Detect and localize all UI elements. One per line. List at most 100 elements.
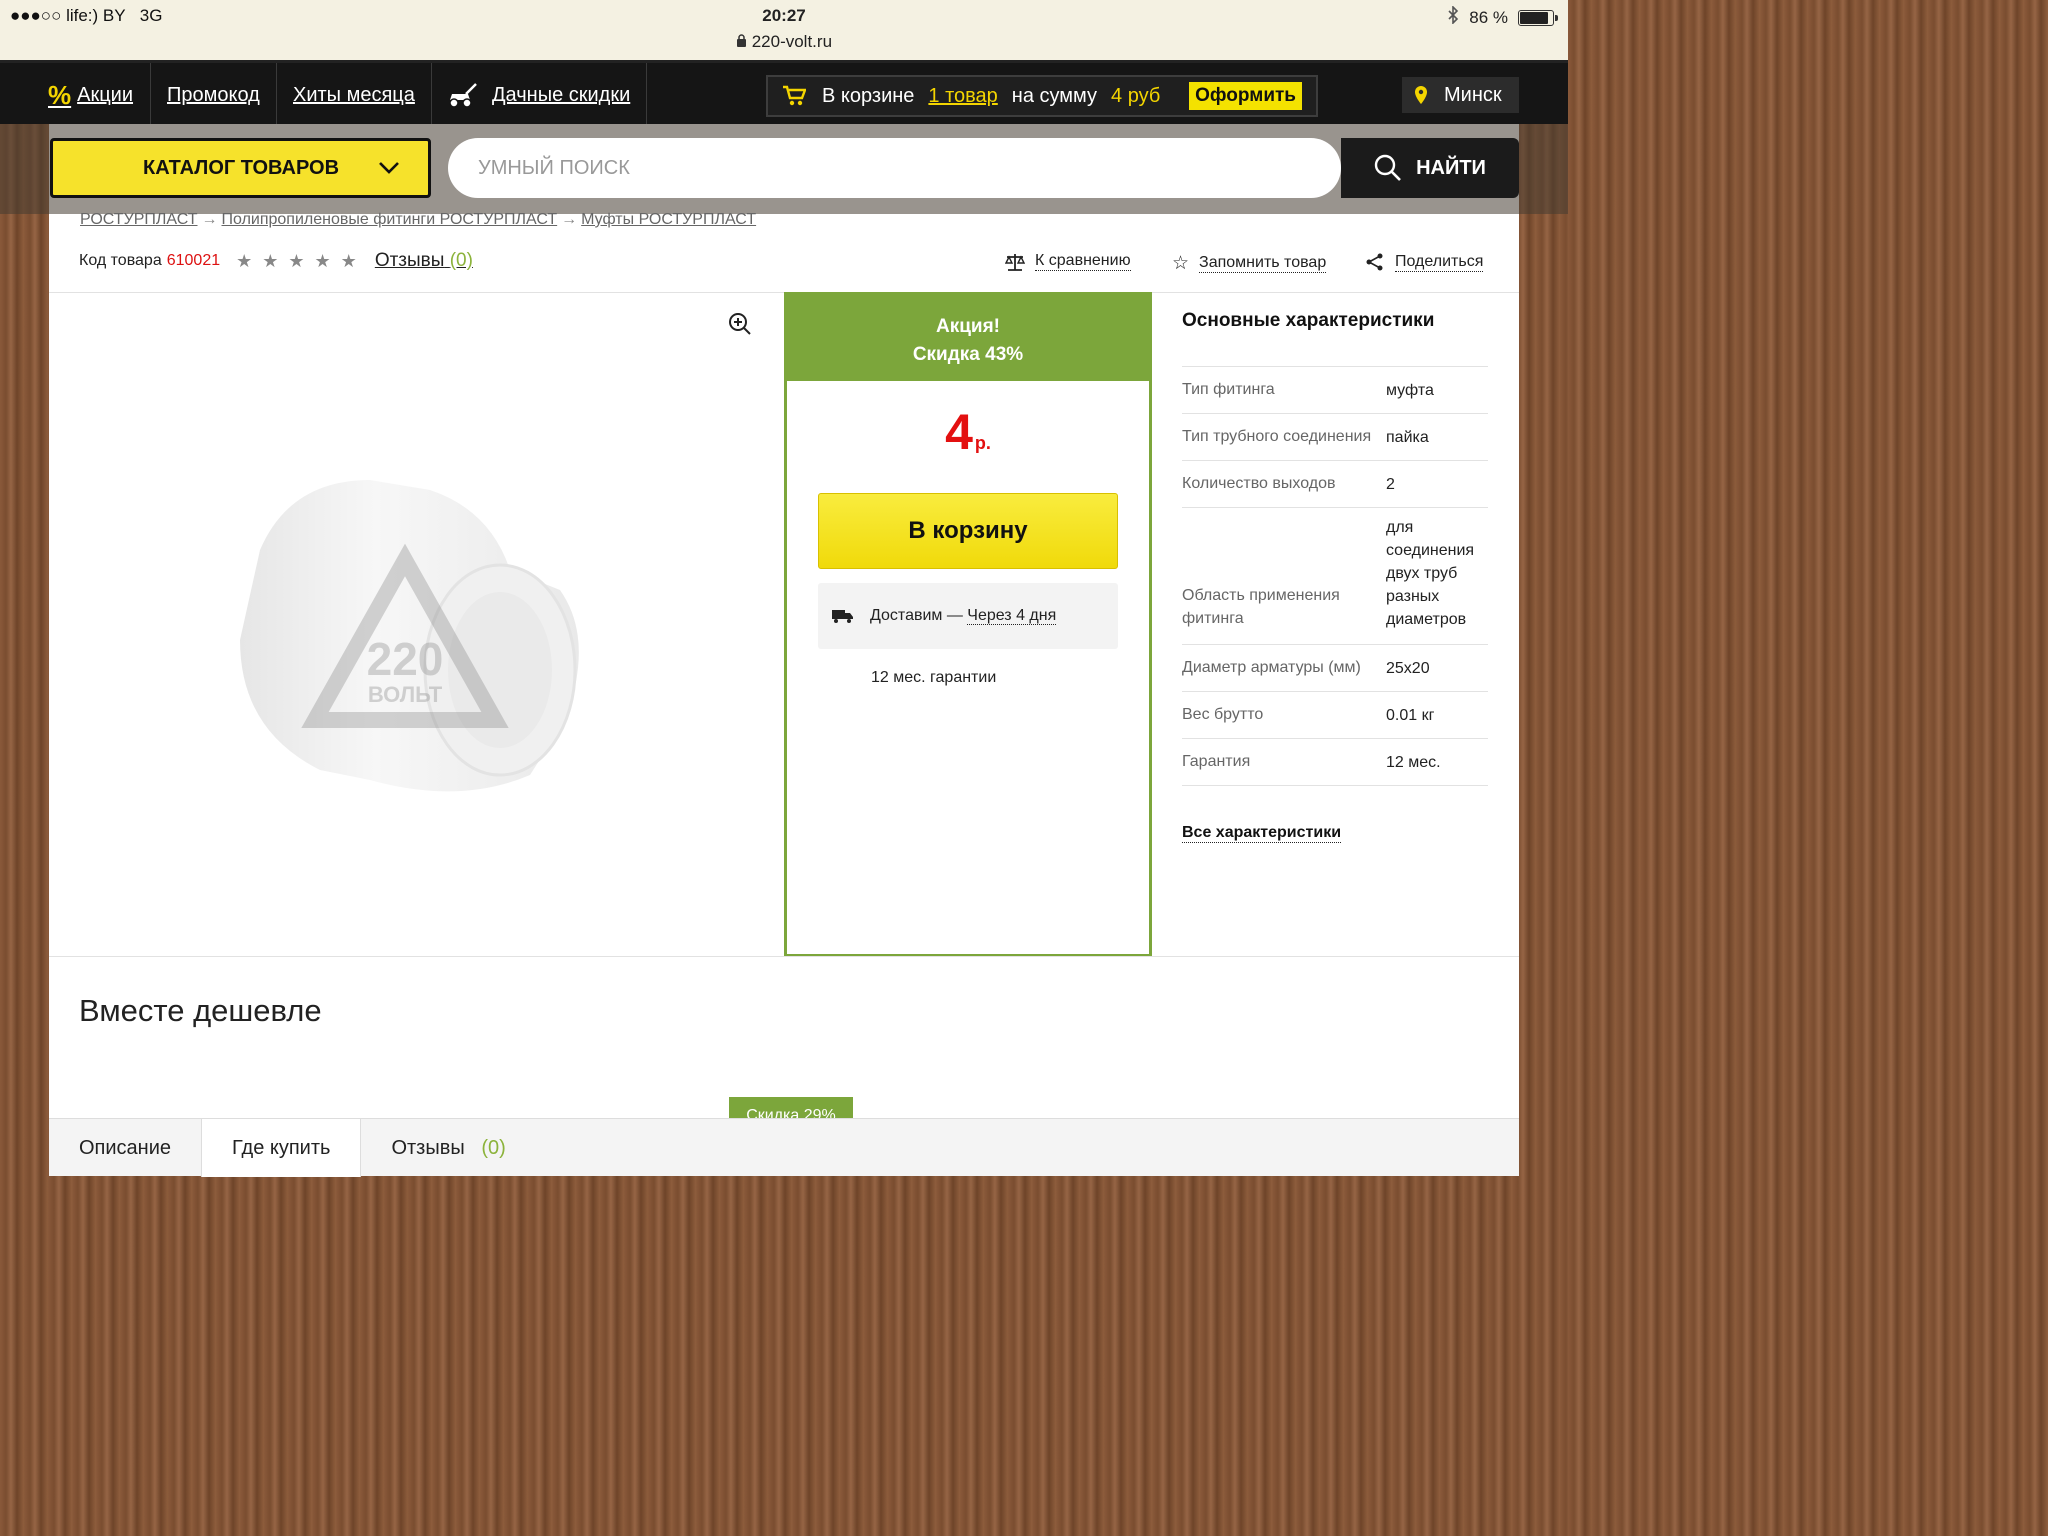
specs-title: Основные характеристики (1182, 310, 1435, 331)
nav-garden-discounts-label: Дачные скидки (492, 83, 631, 106)
tab-reviews-label: Отзывы (391, 1136, 465, 1159)
search-placeholder: УМНЫЙ ПОИСК (478, 156, 630, 179)
battery-icon (1518, 9, 1558, 26)
warranty-text: 12 мес. гарантии (871, 669, 997, 686)
breadcrumb-link[interactable]: Муфты РОСТУРПЛАСТ (581, 211, 756, 228)
spec-key: Диаметр арматуры (мм) (1182, 659, 1361, 676)
price-box: Акция! Скидка 43% 4 р. В корзину Доставим… (784, 292, 1152, 957)
search-button[interactable]: НАЙТИ (1341, 138, 1519, 198)
star-icon: ★ (340, 250, 367, 271)
share-button[interactable]: Поделиться (1365, 252, 1484, 272)
spec-value: муфта (1386, 381, 1434, 399)
divider (49, 956, 1519, 957)
divider (1182, 785, 1488, 786)
all-specs-link[interactable]: Все характеристики (1182, 824, 1342, 843)
spec-row: Вес брутто 0.01 кг (1182, 691, 1488, 738)
lawnmower-icon (446, 82, 478, 108)
nav-promotions[interactable]: % Акции (48, 63, 133, 127)
tab-description[interactable]: Описание (49, 1119, 203, 1177)
delivery-time-link[interactable]: Через 4 дня (967, 607, 1057, 625)
spec-key: Тип фитинга (1182, 381, 1275, 398)
spec-value: для соединения двух труб разных диаметро… (1386, 519, 1475, 628)
percent-icon: % (48, 79, 72, 110)
zoom-icon[interactable] (728, 312, 752, 341)
spec-key: Вес брутто (1182, 706, 1264, 723)
cart-prefix: В корзине (822, 84, 915, 107)
price-value: 4 (945, 404, 973, 460)
nav-promocode[interactable]: Промокод (167, 63, 260, 127)
reviews-label: Отзывы (374, 250, 445, 271)
product-image[interactable]: 220 ВОЛЬТ (230, 470, 590, 805)
breadcrumb-link[interactable]: Полипропиленовые фитинги РОСТУРПЛАСТ (222, 211, 558, 228)
checkout-button[interactable]: Оформить (1189, 82, 1302, 110)
lock-icon (736, 32, 752, 51)
chevron-down-icon (378, 161, 400, 175)
promo-discount: Скидка 43% (912, 344, 1024, 365)
specs-panel: Основные характеристики Тип фитинга муфт… (1182, 310, 1488, 786)
city-name: Минск (1444, 83, 1502, 106)
product-code: 610021 (166, 252, 221, 269)
star-icon: ★ (262, 250, 289, 271)
search-icon (1374, 154, 1402, 182)
cart-count-link[interactable]: 1 товар (928, 85, 997, 108)
compare-button[interactable]: К сравнению (1005, 252, 1131, 271)
url-text: 220-volt.ru (751, 32, 833, 51)
promo-title: Акция! (935, 316, 1000, 337)
nav-divider (431, 63, 432, 127)
star-icon: ★ (236, 250, 263, 271)
cart-sum: 4 руб (1111, 84, 1161, 107)
nav-month-hits[interactable]: Хиты месяца (293, 63, 415, 127)
search-button-label: НАЙТИ (1416, 156, 1486, 179)
nav-divider (150, 63, 151, 127)
arrow-right-icon: → (561, 211, 578, 228)
spec-value: 0.01 кг (1386, 706, 1435, 724)
spec-row: Тип фитинга муфта (1182, 366, 1488, 413)
spec-row: Количество выходов 2 (1182, 460, 1488, 507)
bluetooth-icon (1447, 5, 1459, 29)
spec-key: Количество выходов (1182, 475, 1336, 492)
product-tabs: Описание Где купить Отзывы (0) (49, 1118, 1519, 1177)
cart-icon (782, 85, 806, 107)
truck-icon (832, 608, 854, 624)
star-icon: ★ (314, 250, 341, 271)
nav-promotions-label: Акции (77, 83, 134, 106)
reviews-count: (0) (449, 250, 473, 271)
tab-reviews-count: (0) (481, 1136, 506, 1159)
star-outline-icon: ☆ (1172, 253, 1190, 274)
star-icon: ★ (288, 250, 315, 271)
scales-icon (1005, 253, 1025, 271)
spec-row: Диаметр арматуры (мм) 25x20 (1182, 644, 1488, 691)
share-label: Поделиться (1395, 252, 1484, 272)
spec-row: Область применения фитинга для соединени… (1182, 507, 1488, 644)
spec-key: Область применения фитинга (1182, 587, 1340, 627)
remember-button[interactable]: ☆ Запомнить товар (1172, 252, 1327, 275)
rating-stars[interactable]: ★★★★★ (236, 251, 367, 272)
spec-row: Гарантия 12 мес. (1182, 738, 1488, 785)
catalog-label: КАТАЛОГ ТОВАРОВ (143, 156, 340, 179)
delivery-label: Доставим — (870, 607, 963, 624)
location-pin-icon (1414, 86, 1428, 104)
cart-summary: В корзине 1 товар на сумму 4 руб Оформит… (766, 75, 1318, 117)
clock: 20:27 (762, 6, 806, 25)
spec-value: 25x20 (1386, 659, 1430, 677)
reviews-link[interactable]: Отзывы (0) (375, 250, 473, 272)
catalog-button[interactable]: КАТАЛОГ ТОВАРОВ (50, 138, 431, 198)
arrow-right-icon: → (201, 211, 218, 228)
search-input[interactable]: УМНЫЙ ПОИСК (448, 138, 1341, 198)
breadcrumb-link[interactable]: РОСТУРПЛАСТ (80, 211, 198, 228)
address-bar[interactable]: 220-volt.ru (0, 32, 1568, 52)
tab-where-to-buy[interactable]: Где купить (202, 1119, 362, 1177)
nav-divider (276, 63, 277, 127)
status-bar: ●●●○○ life:) BY 3G 20:27 220-volt.ru 86 … (0, 0, 1568, 60)
spec-value: 2 (1386, 475, 1395, 493)
city-selector[interactable]: Минск (1402, 77, 1519, 113)
battery-percent: 86 % (1469, 7, 1508, 27)
tab-reviews[interactable]: Отзывы (0) (361, 1119, 535, 1177)
cart-middle: на сумму (1011, 84, 1098, 107)
top-navigation: % Акции Промокод Хиты месяца Дачные скид… (0, 60, 1568, 127)
spec-key: Тип трубного соединения (1182, 428, 1372, 445)
promo-banner: Акция! Скидка 43% (787, 295, 1149, 381)
add-to-cart-button[interactable]: В корзину (818, 493, 1118, 569)
spec-value: пайка (1386, 428, 1429, 446)
nav-garden-discounts[interactable]: Дачные скидки (446, 63, 630, 127)
